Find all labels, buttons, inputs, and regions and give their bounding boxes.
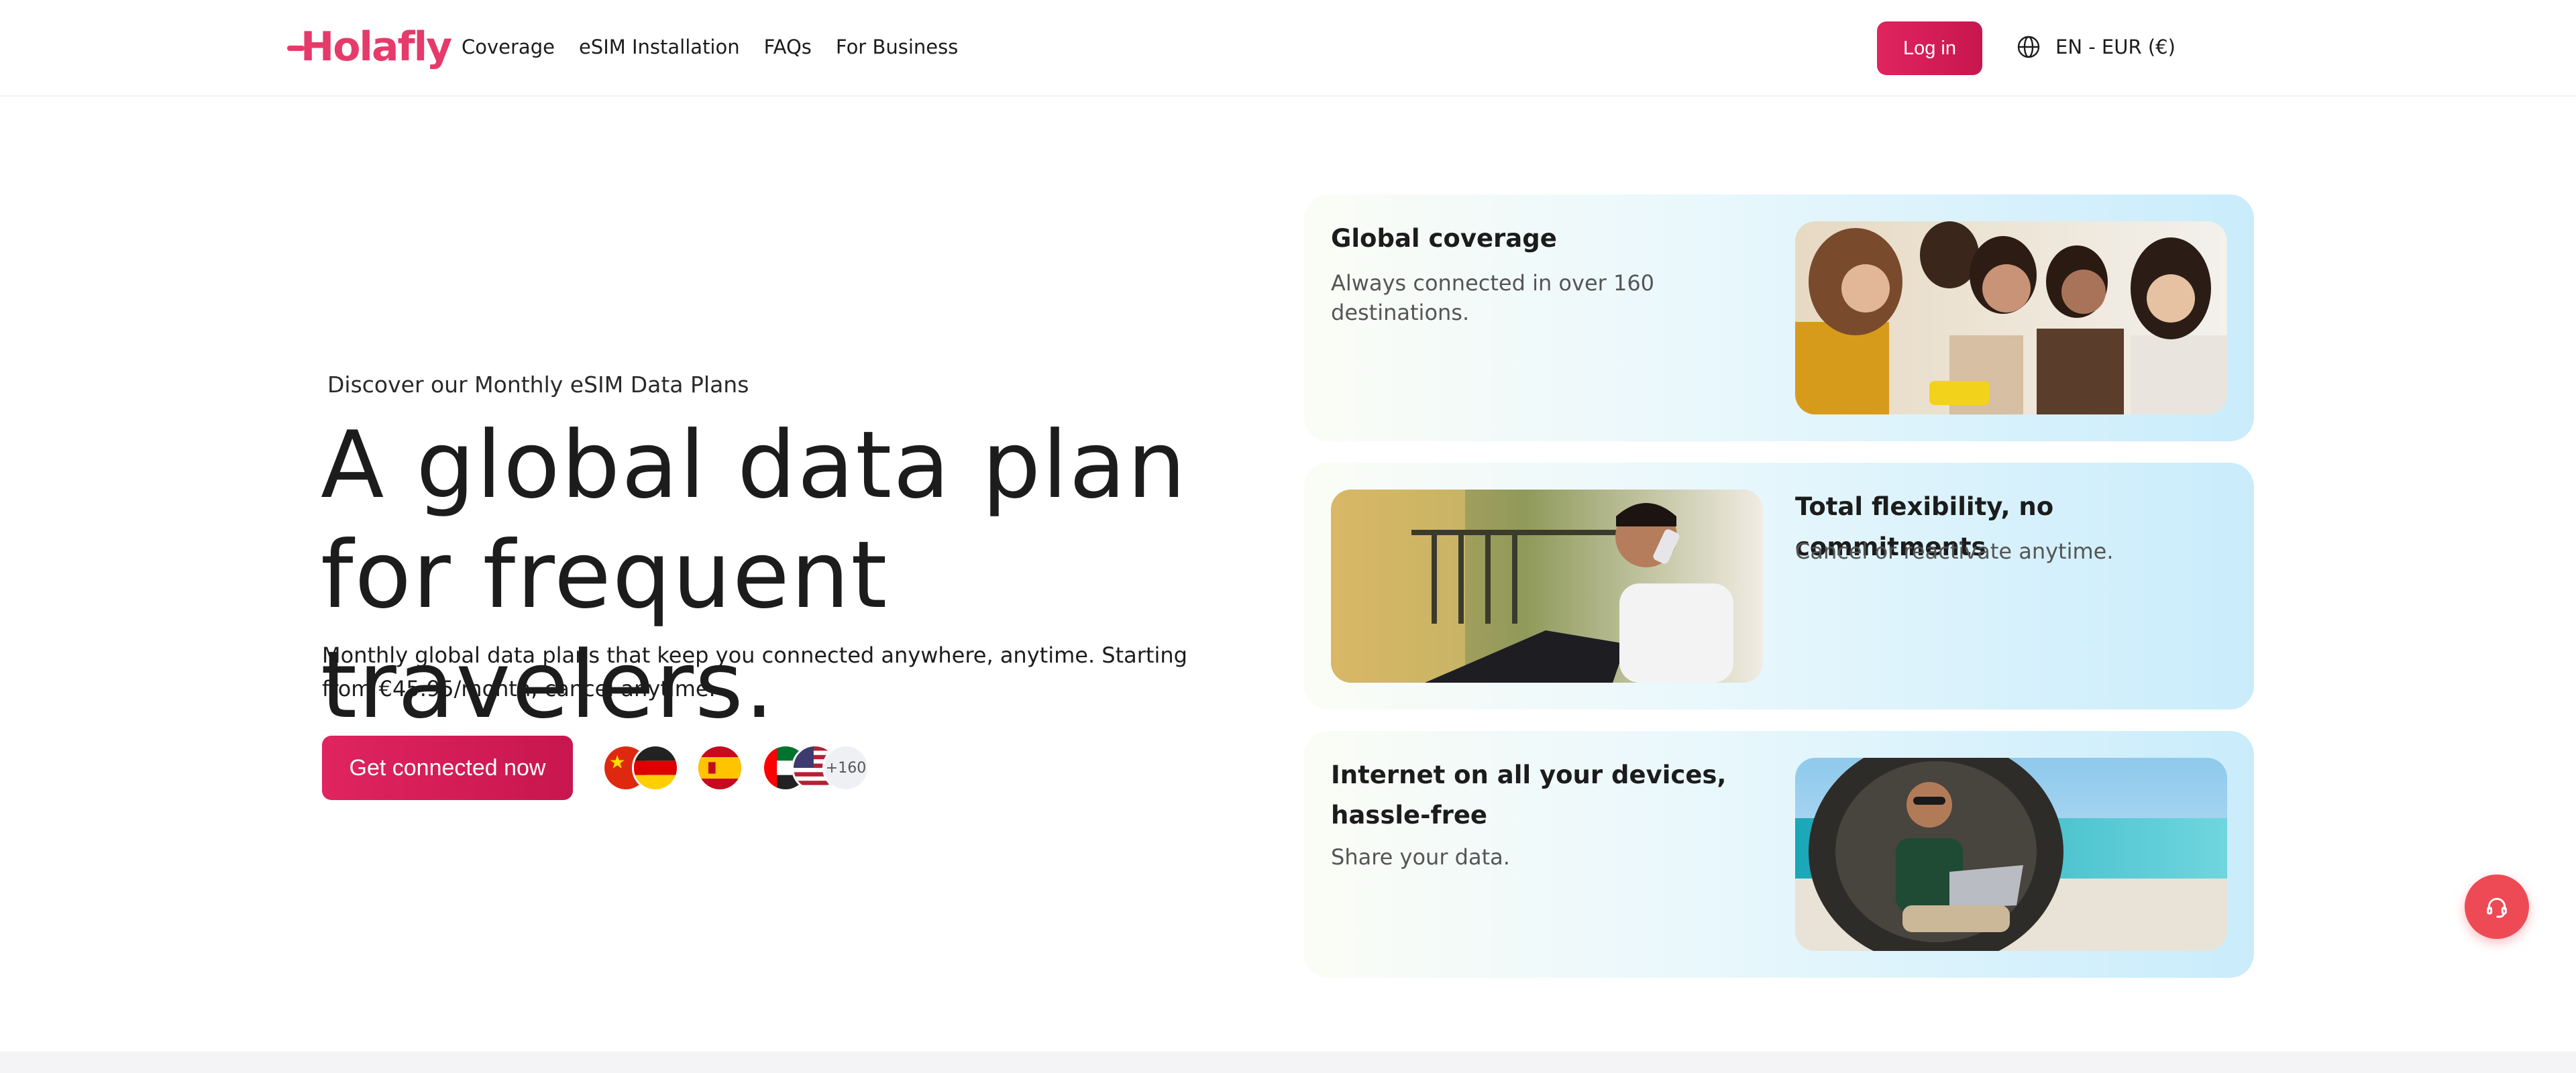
- holafly-logo[interactable]: Holafly: [287, 20, 452, 74]
- headset-icon: [2487, 897, 2507, 918]
- feature-card-devices: Internet on all your devices, hassle-fre…: [1304, 731, 2254, 978]
- globe-icon: [2017, 36, 2040, 58]
- spain-flag-icon: [696, 744, 743, 791]
- feature-description: Always connected in over 160 destination…: [1331, 270, 1655, 325]
- nav-for-business[interactable]: For Business: [836, 32, 958, 62]
- get-connected-button[interactable]: Get connected now: [322, 736, 573, 800]
- hero-subtext: Monthly global data plans that keep you …: [322, 642, 1187, 701]
- logo-dash: [287, 46, 305, 51]
- germany-flag-icon: [632, 744, 679, 791]
- feature-card-flexibility: Total flexibility, no commitments Cancel…: [1304, 463, 2254, 710]
- login-button[interactable]: Log in: [1877, 21, 1982, 75]
- next-section-edge: [0, 1052, 2576, 1073]
- logo-text: Holafly: [301, 23, 452, 70]
- feature-title: Global coverage: [1331, 224, 1557, 253]
- nav-esim-installation[interactable]: eSIM Installation: [579, 32, 740, 62]
- group-of-friends-photo: [1795, 221, 2227, 414]
- man-on-phone-photo: [1331, 490, 1763, 683]
- more-destinations-badge: +160: [822, 744, 869, 791]
- language-currency-selector[interactable]: EN - EUR (€): [2017, 32, 2176, 62]
- hero-eyebrow: Discover our Monthly eSIM Data Plans: [327, 372, 749, 398]
- site-header: Holafly Coverage eSIM Installation FAQs …: [0, 0, 2576, 97]
- nav-coverage[interactable]: Coverage: [462, 32, 555, 62]
- support-chat-button[interactable]: [2465, 874, 2529, 939]
- nav-faqs[interactable]: FAQs: [764, 32, 812, 62]
- destination-flags: +160: [602, 744, 884, 791]
- feature-description: Share your data.: [1331, 844, 1510, 870]
- feature-card-global-coverage: Global coverage Always connected in over…: [1304, 194, 2254, 441]
- main-nav: Coverage eSIM Installation FAQs For Busi…: [462, 32, 958, 62]
- man-with-laptop-on-beach-photo: [1795, 758, 2227, 951]
- language-label: EN - EUR (€): [2055, 36, 2176, 58]
- feature-description: Cancel or reactivate anytime.: [1795, 539, 2114, 564]
- feature-title: Internet on all your devices, hassle-fre…: [1331, 760, 1727, 830]
